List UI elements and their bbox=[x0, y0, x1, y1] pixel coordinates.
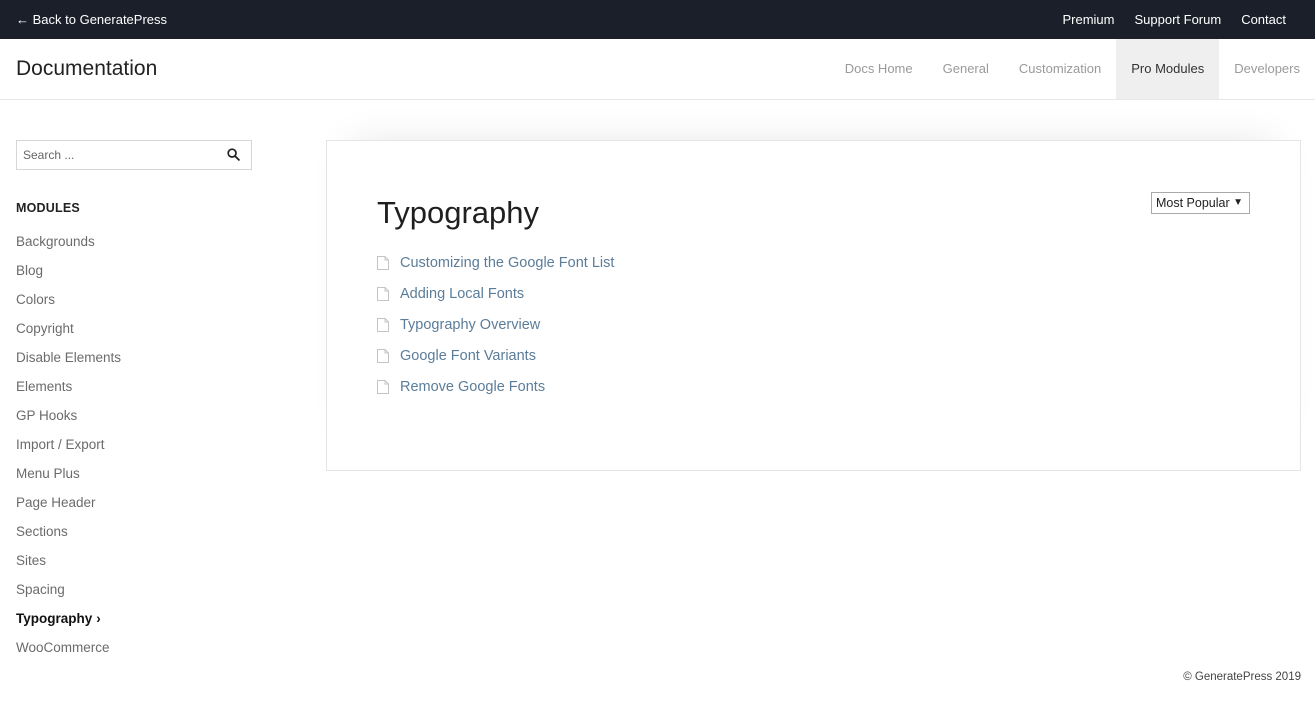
sidebar-item-copyright: Copyright bbox=[16, 321, 252, 350]
modules-heading: MODULES bbox=[16, 201, 80, 215]
document-icon bbox=[377, 318, 389, 332]
top-bar: ← Back to GeneratePress Premium Support … bbox=[0, 0, 1315, 39]
sidebar-link[interactable]: Blog bbox=[16, 263, 43, 278]
sidebar-item-spacing: Spacing bbox=[16, 582, 252, 611]
nav-customization[interactable]: Customization bbox=[1004, 39, 1116, 99]
article-link[interactable]: Adding Local Fonts bbox=[400, 286, 524, 302]
sidebar: MODULES Backgrounds Blog Colors Copyrigh… bbox=[16, 140, 252, 669]
module-list: Backgrounds Blog Colors Copyright Disabl… bbox=[16, 234, 252, 669]
nav-pro-modules[interactable]: Pro Modules bbox=[1116, 39, 1220, 99]
nav-developers[interactable]: Developers bbox=[1219, 39, 1315, 99]
footer-copyright: © GeneratePress 2019 bbox=[1183, 671, 1301, 683]
premium-link[interactable]: Premium bbox=[1062, 12, 1114, 27]
sidebar-link[interactable]: Menu Plus bbox=[16, 466, 80, 481]
sidebar-link[interactable]: Disable Elements bbox=[16, 350, 121, 365]
article-list: Customizing the Google Font List Adding … bbox=[377, 255, 614, 410]
sidebar-item-import-export: Import / Export bbox=[16, 437, 252, 466]
sidebar-link[interactable]: WooCommerce bbox=[16, 640, 110, 655]
sidebar-item-menu-plus: Menu Plus bbox=[16, 466, 252, 495]
sidebar-item-disable-elements: Disable Elements bbox=[16, 350, 252, 379]
site-header: Documentation Docs Home General Customiz… bbox=[0, 39, 1315, 100]
site-title[interactable]: Documentation bbox=[16, 57, 157, 81]
sidebar-link[interactable]: Spacing bbox=[16, 582, 65, 597]
sort-select[interactable]: Most Popular ▼ bbox=[1151, 192, 1250, 214]
back-to-generatepress-link[interactable]: ← Back to GeneratePress bbox=[16, 12, 167, 27]
top-links: Premium Support Forum Contact bbox=[1062, 12, 1286, 27]
document-icon bbox=[377, 256, 389, 270]
list-item: Remove Google Fonts bbox=[377, 379, 614, 410]
sidebar-link[interactable]: Elements bbox=[16, 379, 72, 394]
sidebar-item-woocommerce: WooCommerce bbox=[16, 640, 252, 669]
main-nav: Docs Home General Customization Pro Modu… bbox=[830, 39, 1315, 99]
article-link[interactable]: Customizing the Google Font List bbox=[400, 255, 614, 271]
sidebar-link-current[interactable]: Typography bbox=[16, 611, 92, 626]
search-box bbox=[16, 140, 252, 170]
search-input[interactable] bbox=[17, 141, 217, 169]
sidebar-item-blog: Blog bbox=[16, 263, 252, 292]
list-item: Adding Local Fonts bbox=[377, 286, 614, 317]
document-icon bbox=[377, 380, 389, 394]
sidebar-item-gp-hooks: GP Hooks bbox=[16, 408, 252, 437]
sidebar-item-typography: Typography › bbox=[16, 611, 252, 640]
sidebar-link[interactable]: Sites bbox=[16, 553, 46, 568]
list-item: Customizing the Google Font List bbox=[377, 255, 614, 286]
sidebar-link[interactable]: Page Header bbox=[16, 495, 96, 510]
sidebar-item-colors: Colors bbox=[16, 292, 252, 321]
dropdown-arrow-icon: ▼ bbox=[1233, 197, 1243, 208]
list-item: Google Font Variants bbox=[377, 348, 614, 379]
sidebar-link[interactable]: Colors bbox=[16, 292, 55, 307]
sidebar-item-sites: Sites bbox=[16, 553, 252, 582]
document-icon bbox=[377, 349, 389, 363]
article-link[interactable]: Google Font Variants bbox=[400, 348, 536, 364]
sidebar-item-backgrounds: Backgrounds bbox=[16, 234, 252, 263]
contact-link[interactable]: Contact bbox=[1241, 12, 1286, 27]
search-icon[interactable] bbox=[227, 148, 240, 161]
article-link[interactable]: Remove Google Fonts bbox=[400, 379, 545, 395]
chevron-right-icon: › bbox=[96, 611, 101, 626]
article-link[interactable]: Typography Overview bbox=[400, 317, 540, 333]
list-item: Typography Overview bbox=[377, 317, 614, 348]
sidebar-link[interactable]: Import / Export bbox=[16, 437, 105, 452]
page-title: Typography bbox=[377, 195, 539, 230]
sidebar-link[interactable]: Backgrounds bbox=[16, 234, 95, 249]
document-icon bbox=[377, 287, 389, 301]
content-card: Typography Most Popular ▼ Customizing th… bbox=[326, 140, 1301, 471]
sidebar-link[interactable]: Sections bbox=[16, 524, 68, 539]
sidebar-link[interactable]: Copyright bbox=[16, 321, 74, 336]
nav-general[interactable]: General bbox=[928, 39, 1004, 99]
support-forum-link[interactable]: Support Forum bbox=[1134, 12, 1221, 27]
sidebar-item-elements: Elements bbox=[16, 379, 252, 408]
nav-docs-home[interactable]: Docs Home bbox=[830, 39, 928, 99]
sidebar-item-sections: Sections bbox=[16, 524, 252, 553]
sidebar-link[interactable]: GP Hooks bbox=[16, 408, 77, 423]
sidebar-item-page-header: Page Header bbox=[16, 495, 252, 524]
sort-select-value: Most Popular bbox=[1156, 196, 1230, 210]
